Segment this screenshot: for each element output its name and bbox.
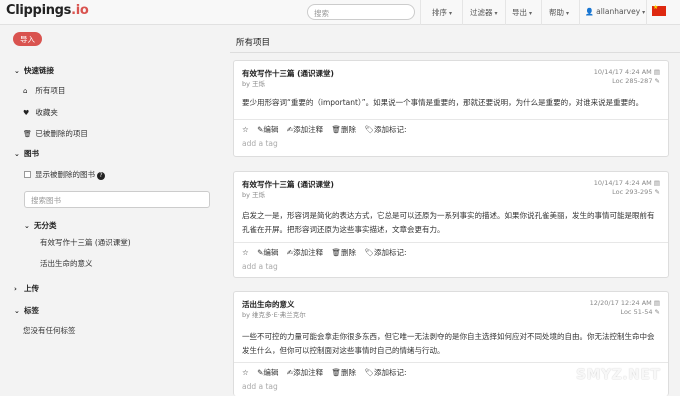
add-tag-button[interactable]: 🏷添加标记: bbox=[364, 248, 406, 257]
add-note-button[interactable]: ✍添加注释 bbox=[287, 125, 323, 134]
clipping-author: by 王烁 bbox=[242, 80, 266, 88]
caret-down-icon: ▾ bbox=[494, 10, 498, 17]
book-item[interactable]: 有效写作十三篇 (通识课堂) bbox=[40, 237, 131, 248]
tags-heading[interactable]: ⌄ 标签 bbox=[14, 305, 39, 316]
nav-divider bbox=[646, 0, 647, 25]
caret-down-icon: ▾ bbox=[566, 10, 570, 17]
tag-input[interactable]: add a tag bbox=[242, 382, 278, 391]
star-icon[interactable]: ☆ bbox=[242, 125, 249, 134]
tag-icon: 🏷 bbox=[364, 368, 374, 377]
clipping-author: by 王烁 bbox=[242, 191, 266, 199]
document-icon: ▤ bbox=[653, 179, 660, 187]
delete-button[interactable]: 🗑删除 bbox=[332, 368, 357, 377]
sort-menu[interactable]: 排序 ▾ bbox=[432, 7, 452, 18]
quicklinks-heading[interactable]: ⌄ 快速链接 bbox=[14, 65, 54, 76]
brand-logo[interactable]: Clippings.io bbox=[6, 3, 89, 18]
user-menu[interactable]: 👤 allanharvey ▾ bbox=[585, 7, 645, 16]
clipping-location: Loc 293-295 ✎ bbox=[612, 188, 660, 196]
clipping-actions: ☆ ✎编辑 ✍添加注释 🗑删除 🏷添加标记: bbox=[242, 367, 412, 378]
home-icon: ⌂ bbox=[23, 87, 28, 95]
add-note-button[interactable]: ✍添加注释 bbox=[287, 368, 323, 377]
language-flag-icon[interactable] bbox=[652, 4, 666, 16]
sidebar-item-deleted[interactable]: 🗑 已被删除的项目 bbox=[23, 128, 88, 139]
top-navbar: Clippings.io 搜索 排序 ▾ 过滤器 ▾ 导出 ▾ 帮助 ▾ 👤 allan… bbox=[0, 0, 680, 25]
caret-down-icon: ▾ bbox=[449, 10, 453, 17]
tag-icon: 🏷 bbox=[364, 248, 374, 257]
star-icon[interactable]: ☆ bbox=[242, 368, 249, 377]
books-heading[interactable]: ⌄ 图书 bbox=[14, 148, 39, 159]
title-divider bbox=[230, 52, 680, 53]
add-tag-button[interactable]: 🏷添加标记: bbox=[364, 368, 406, 377]
trash-icon: 🗑 bbox=[331, 248, 342, 257]
filter-menu[interactable]: 过滤器 ▾ bbox=[470, 7, 498, 18]
chevron-down-icon: ⌄ bbox=[24, 222, 30, 230]
heart-icon: ♥ bbox=[23, 109, 30, 117]
clipping-actions: ☆ ✎编辑 ✍添加注释 🗑删除 🏷添加标记: bbox=[242, 247, 412, 258]
card-divider bbox=[234, 119, 668, 120]
trash-icon: 🗑 bbox=[331, 368, 342, 377]
add-note-button[interactable]: ✍添加注释 bbox=[287, 248, 323, 257]
nav-divider bbox=[420, 0, 421, 25]
show-deleted-books-checkbox[interactable]: 显示被删除的图书? bbox=[24, 169, 105, 180]
clipping-actions: ☆ ✎编辑 ✍添加注释 🗑删除 🏷添加标记: bbox=[242, 124, 412, 135]
tag-input[interactable]: add a tag bbox=[242, 139, 278, 148]
clipping-date: 12/20/17 12:24 AM ▤ bbox=[589, 299, 660, 307]
clipping-card: 有效写作十三篇 (通识课堂) by 王烁 10/14/17 4:24 AM ▤ … bbox=[233, 171, 669, 278]
clipping-text: 启发之一是，形容词是简化的表达方式，它总是可以还原为一系列事实的描述。如果你说孔… bbox=[242, 211, 655, 234]
clipping-location: Loc 51-54 ✎ bbox=[620, 308, 660, 316]
sidebar-item-favorites[interactable]: ♥ 收藏夹 bbox=[23, 107, 58, 118]
star-icon[interactable]: ☆ bbox=[242, 248, 249, 257]
export-menu[interactable]: 导出 ▾ bbox=[512, 7, 532, 18]
clipping-author: by 维克多·E·弗兰克尔 bbox=[242, 311, 306, 319]
chevron-down-icon: ⌄ bbox=[14, 67, 20, 75]
add-tag-button[interactable]: 🏷添加标记: bbox=[364, 125, 406, 134]
delete-button[interactable]: 🗑删除 bbox=[332, 248, 357, 257]
nav-divider bbox=[579, 0, 580, 25]
edit-button[interactable]: ✎编辑 bbox=[257, 368, 278, 377]
sidebar-item-all[interactable]: ⌂ 所有项目 bbox=[23, 85, 65, 96]
nav-divider bbox=[541, 0, 542, 25]
caret-down-icon: ▾ bbox=[642, 9, 646, 16]
upload-heading[interactable]: › 上传 bbox=[14, 283, 39, 294]
edit-button[interactable]: ✎编辑 bbox=[257, 125, 278, 134]
book-item[interactable]: 活出生命的意义 bbox=[40, 258, 93, 269]
uncategorized-heading[interactable]: ⌄ 无分类 bbox=[24, 220, 57, 231]
chevron-down-icon: ⌄ bbox=[14, 307, 20, 315]
clipping-text: 一些不可控的力量可能会拿走你很多东西，但它唯一无法剥夺的是你自主选择如何应对不同… bbox=[242, 332, 655, 355]
pencil-icon[interactable]: ✎ bbox=[655, 188, 660, 196]
edit-button[interactable]: ✎编辑 bbox=[257, 248, 278, 257]
delete-button[interactable]: 🗑删除 bbox=[332, 125, 357, 134]
checkbox-icon[interactable] bbox=[24, 171, 31, 178]
clipping-card: 有效写作十三篇 (通识课堂) by 王烁 10/14/17 4:24 AM ▤ … bbox=[233, 60, 669, 157]
nav-divider bbox=[462, 0, 463, 25]
user-icon: 👤 bbox=[585, 8, 594, 16]
tag-input[interactable]: add a tag bbox=[242, 262, 278, 271]
clipping-text: 要少用形容词“重要的（important）”。如果说一个事情是重要的，那就还要说… bbox=[242, 98, 644, 107]
caret-down-icon: ▾ bbox=[529, 10, 533, 17]
chevron-down-icon: ⌄ bbox=[14, 150, 20, 158]
trash-icon: 🗑 bbox=[331, 125, 342, 134]
page-title: 所有项目 bbox=[236, 38, 271, 48]
import-button[interactable]: 导入 bbox=[13, 32, 42, 46]
no-tags-message: 您没有任何标签 bbox=[23, 326, 76, 335]
card-divider bbox=[234, 362, 668, 363]
tag-icon: 🏷 bbox=[364, 125, 374, 134]
pencil-icon[interactable]: ✎ bbox=[655, 308, 660, 316]
clipping-date: 10/14/17 4:24 AM ▤ bbox=[593, 179, 660, 187]
pencil-icon[interactable]: ✎ bbox=[655, 77, 660, 85]
search-input[interactable]: 搜索 bbox=[307, 4, 415, 20]
watermark: SMYZ.NET bbox=[576, 367, 661, 383]
clipping-location: Loc 285-287 ✎ bbox=[612, 77, 660, 85]
document-icon: ▤ bbox=[653, 68, 660, 76]
trash-icon: 🗑 bbox=[23, 130, 32, 138]
chevron-right-icon: › bbox=[14, 285, 17, 293]
help-icon[interactable]: ? bbox=[97, 172, 105, 180]
book-search-input[interactable]: 搜索图书 bbox=[24, 191, 210, 208]
document-icon: ▤ bbox=[653, 299, 660, 307]
nav-divider bbox=[505, 0, 506, 25]
clipping-date: 10/14/17 4:24 AM ▤ bbox=[593, 68, 660, 76]
help-menu[interactable]: 帮助 ▾ bbox=[549, 7, 569, 18]
card-divider bbox=[234, 242, 668, 243]
